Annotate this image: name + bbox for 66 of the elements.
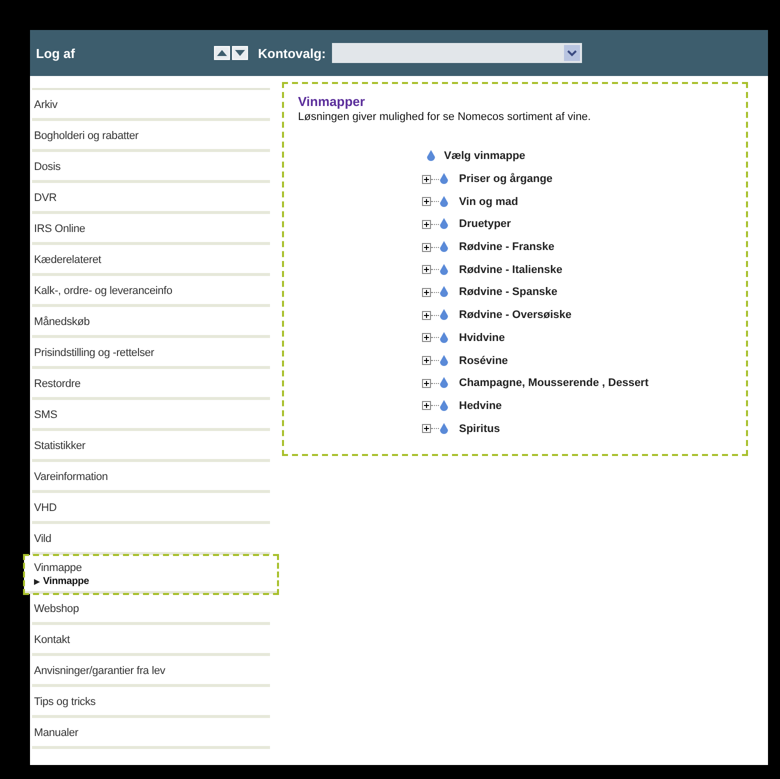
expand-icon[interactable] bbox=[422, 174, 431, 184]
sidebar-item[interactable]: SMS bbox=[32, 400, 270, 431]
droplet-icon bbox=[439, 376, 449, 390]
up-arrow-button[interactable] bbox=[214, 46, 230, 60]
expand-icon[interactable] bbox=[422, 356, 431, 366]
expand-icon[interactable] bbox=[422, 378, 431, 388]
sidebar-item[interactable]: Vareinformation bbox=[32, 462, 270, 493]
droplet-icon bbox=[439, 172, 449, 186]
tree-node[interactable]: Champagne, Mousserende , Dessert bbox=[422, 372, 732, 395]
expand-icon[interactable] bbox=[422, 197, 431, 206]
sidebar-subitem[interactable]: Vinmappe bbox=[34, 576, 268, 587]
tree-node[interactable]: Rødvine - Oversøiske bbox=[422, 304, 732, 326]
droplet-icon bbox=[439, 194, 449, 209]
tree-node[interactable]: Rødvine - Italienske bbox=[422, 258, 732, 282]
tree-node[interactable]: Priser og årgange bbox=[422, 168, 732, 190]
droplet-icon bbox=[439, 285, 449, 300]
sidebar-item[interactable]: IRS Online bbox=[32, 214, 270, 245]
page-title: Vinmapper bbox=[298, 94, 366, 109]
sidebar-item[interactable]: Webshop bbox=[32, 594, 270, 625]
expand-icon[interactable] bbox=[422, 220, 431, 229]
droplet-icon bbox=[439, 262, 449, 277]
tree-node[interactable]: Rødvine - Spanske bbox=[422, 281, 732, 304]
sidebar-item[interactable]: Kalk-, ordre- og leveranceinfo bbox=[32, 276, 270, 307]
tree-node[interactable]: Rødvine - Franske bbox=[422, 236, 732, 258]
expand-icon[interactable] bbox=[422, 310, 431, 320]
triangle-icon bbox=[34, 578, 40, 584]
sidebar-item[interactable]: VHD bbox=[32, 493, 270, 524]
sidebar-item[interactable]: DVR bbox=[32, 183, 270, 214]
account-label: Kontovalg: bbox=[258, 46, 326, 60]
expand-icon[interactable] bbox=[422, 265, 431, 274]
sidebar-item[interactable]: Dosis bbox=[32, 152, 270, 183]
tree-node[interactable]: Hedvine bbox=[422, 394, 732, 418]
sidebar-item[interactable]: Bogholderi og rabatter bbox=[32, 121, 270, 152]
droplet-icon bbox=[439, 217, 449, 232]
down-arrow-button[interactable] bbox=[232, 46, 248, 60]
sidebar-item[interactable]: Vinmappe Vinmappe bbox=[24, 555, 278, 594]
droplet-icon bbox=[439, 330, 449, 345]
sidebar-item[interactable]: Manualer bbox=[32, 718, 270, 749]
expand-icon[interactable] bbox=[422, 242, 431, 252]
expand-icon[interactable] bbox=[422, 401, 431, 410]
sidebar-item[interactable]: Kæderelateret bbox=[32, 245, 270, 276]
droplet-icon bbox=[439, 398, 449, 413]
sidebar-item[interactable]: Månedskøb bbox=[32, 307, 270, 338]
droplet-icon bbox=[439, 422, 449, 436]
tree-node[interactable]: Rosévine bbox=[422, 349, 732, 372]
expand-icon[interactable] bbox=[422, 424, 431, 434]
logout-link[interactable]: Log af bbox=[36, 46, 214, 60]
expand-icon[interactable] bbox=[422, 288, 431, 297]
tree-node[interactable]: Hvidvine bbox=[422, 326, 732, 350]
droplet-icon bbox=[426, 149, 436, 164]
tree-node[interactable]: Vælg vinmappe bbox=[422, 145, 732, 168]
droplet-icon bbox=[439, 308, 449, 322]
sidebar-item[interactable]: Restordre bbox=[32, 369, 270, 400]
tree-node[interactable]: Vin og mad bbox=[422, 190, 732, 214]
sidebar-item[interactable]: Tips og tricks bbox=[32, 687, 270, 718]
sidebar-item[interactable]: Statistikker bbox=[32, 431, 270, 462]
sidebar-item[interactable]: Prisindstilling og -rettelser bbox=[32, 338, 270, 369]
sidebar-item[interactable]: Arkiv bbox=[32, 90, 270, 121]
expand-icon[interactable] bbox=[422, 333, 431, 342]
droplet-icon bbox=[439, 240, 449, 254]
sidebar-item[interactable]: Anvisninger/garantier fra lev bbox=[32, 656, 270, 687]
description-text: Løsningen giver mulighed for se Nomecos sortiment af vine. bbox=[298, 111, 592, 123]
tree-node[interactable]: Druetyper bbox=[422, 213, 732, 236]
sidebar-item[interactable]: Kontakt bbox=[32, 625, 270, 656]
droplet-icon bbox=[439, 354, 449, 368]
tree-node[interactable]: Spiritus bbox=[422, 417, 732, 440]
